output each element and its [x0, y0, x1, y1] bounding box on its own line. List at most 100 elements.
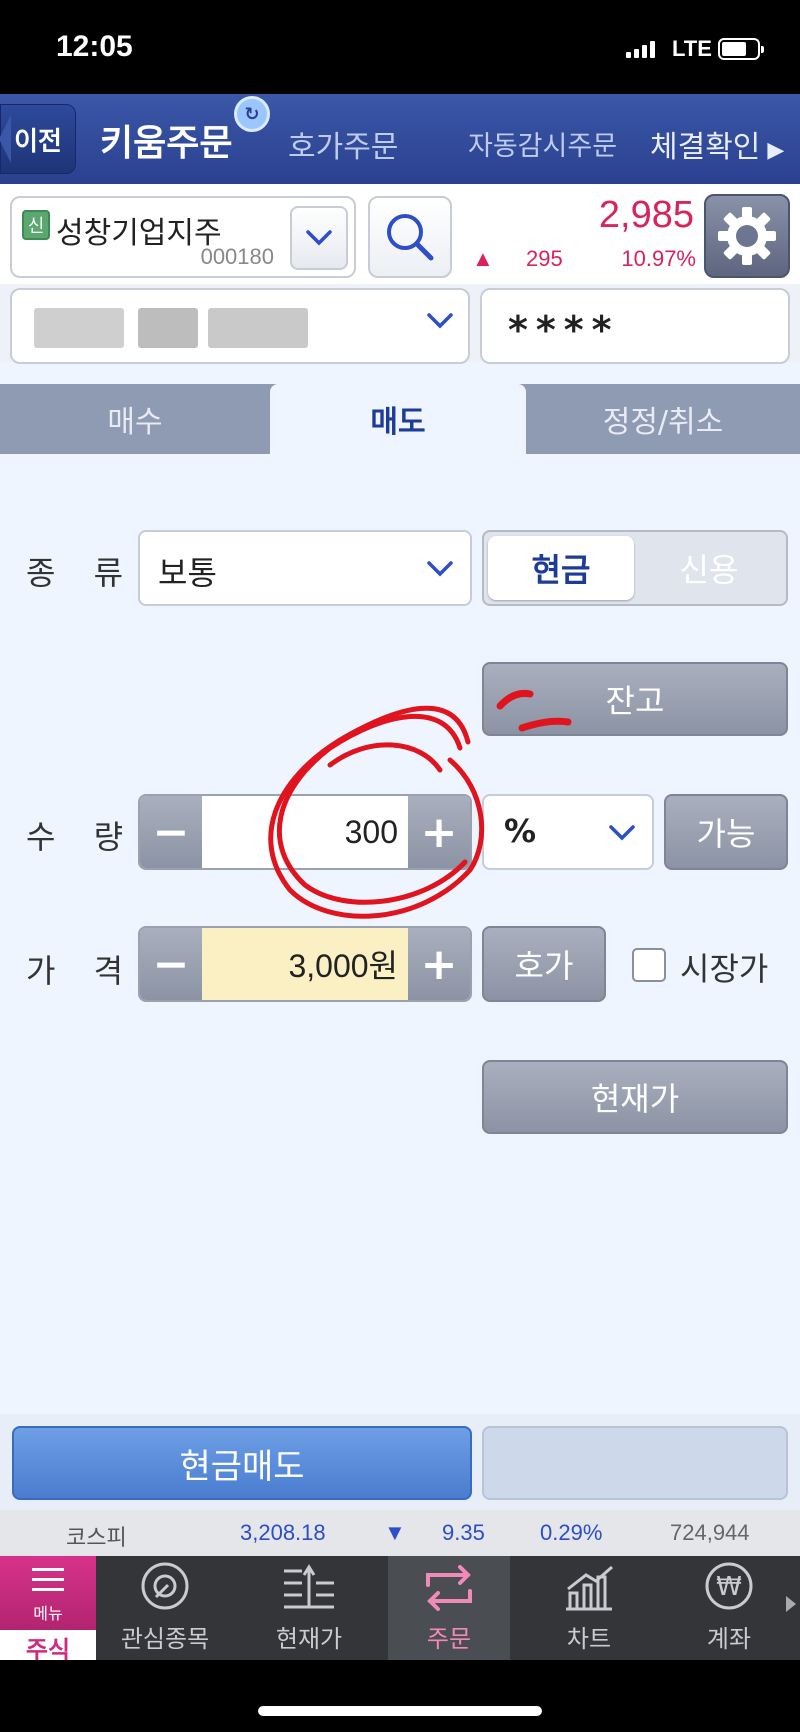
redacted-account-number: [138, 308, 198, 348]
account-selector[interactable]: [10, 288, 470, 364]
stock-selector[interactable]: 신 성창기업지주 000180: [10, 196, 356, 278]
change-amount: 295: [526, 246, 563, 271]
tab-kiwoom-order[interactable]: 키움주문: [100, 114, 232, 166]
nav-current-price[interactable]: 현재가: [248, 1556, 370, 1660]
nav-chart-label: 차트: [566, 1625, 612, 1653]
won-icon: ₩: [705, 1562, 753, 1610]
home-indicator[interactable]: [258, 1706, 542, 1716]
nav-watchlist[interactable]: 관심종목: [104, 1556, 226, 1660]
quantity-decrease-button[interactable]: −: [140, 796, 202, 868]
stock-dropdown-button[interactable]: [290, 206, 348, 270]
signal-icon: [626, 40, 655, 58]
stock-row: 신 성창기업지주 000180 2,985 ▲ 295 10.97%: [0, 184, 800, 284]
redacted-account-number: [34, 308, 124, 348]
current-price-icon: [284, 1564, 334, 1609]
status-time: 12:05: [56, 30, 133, 63]
quote-button[interactable]: 호가: [482, 926, 606, 1002]
price-stepper: − 3,000원 +: [138, 926, 472, 1002]
market-price-label: 시장가: [680, 950, 769, 988]
price-increase-button[interactable]: +: [408, 928, 470, 1000]
hamburger-icon: [32, 1568, 64, 1591]
battery-icon: [718, 38, 764, 60]
nav-order-label: 주문: [426, 1625, 472, 1653]
stock-category-label: 주식: [0, 1630, 96, 1664]
chevron-down-icon: [427, 313, 453, 329]
account-row: ****: [0, 284, 800, 364]
chevron-down-icon: [427, 561, 453, 577]
chart-icon: [566, 1565, 613, 1611]
refresh-icon[interactable]: ↻: [234, 96, 270, 132]
tab-sell[interactable]: 매도: [270, 384, 526, 454]
tab-quote-order[interactable]: 호가주문: [288, 122, 398, 166]
cash-credit-toggle: 현금 신용: [482, 530, 788, 606]
chevron-down-icon: [609, 825, 635, 841]
watchlist-icon: [141, 1562, 189, 1610]
index-name: 코스피: [66, 1525, 127, 1550]
order-panel: 신 성창기업지주 000180 2,985 ▲ 295 10.97% **** …: [0, 184, 800, 1414]
cash-sell-button[interactable]: 현금매도: [12, 1426, 472, 1500]
menu-button[interactable]: 메뉴 주식: [0, 1556, 96, 1664]
order-type-tabs: 매수 매도 정정/취소: [0, 384, 800, 454]
credit-badge: 신: [22, 210, 50, 240]
triangle-up-icon: ▲: [472, 246, 494, 271]
blank-button[interactable]: [482, 1426, 788, 1500]
status-bar: 12:05 LTE: [0, 0, 800, 94]
back-button[interactable]: 이전: [0, 104, 76, 174]
svg-text:₩: ₩: [716, 1572, 742, 1602]
top-nav: 이전 키움주문 ↻ 호가주문 자동감시주문 체결확인 ▶: [0, 94, 800, 184]
stock-name: 성창기업지주: [56, 216, 222, 251]
price-change: ▲ 295 10.97%: [472, 246, 696, 272]
nav-current-price-label: 현재가: [275, 1625, 343, 1653]
redacted-account-number: [208, 308, 308, 348]
price-decrease-button[interactable]: −: [140, 928, 202, 1000]
home-area: [0, 1660, 800, 1732]
tab-execution-check[interactable]: 체결확인 ▶: [650, 122, 784, 166]
triangle-down-icon: ▼: [384, 1520, 406, 1545]
quantity-input[interactable]: 300: [202, 796, 408, 868]
menu-label: 메뉴: [33, 1604, 63, 1623]
current-price: 2,985: [598, 194, 694, 236]
network-label: LTE: [672, 36, 712, 61]
index-ticker[interactable]: 코스피 3,208.18 ▼ 9.35 0.29% 724,944: [0, 1510, 800, 1556]
bottom-nav: 메뉴 주식 관심종목 현재가 주문 차트 ₩ 계좌: [0, 1556, 800, 1664]
index-volume: 724,944: [670, 1520, 750, 1545]
chevron-right-icon[interactable]: [786, 1596, 796, 1612]
type-label: 종 류: [26, 554, 138, 592]
index-change: 9.35: [442, 1520, 485, 1545]
chevron-down-icon: [306, 230, 332, 246]
tab-auto-watch-order[interactable]: 자동감시주문: [468, 124, 617, 163]
cash-option[interactable]: 현금: [488, 536, 634, 600]
order-type-value: 보통: [158, 554, 217, 592]
change-percent: 10.97%: [621, 246, 696, 271]
market-price-checkbox[interactable]: [632, 948, 666, 982]
quantity-increase-button[interactable]: +: [408, 796, 470, 868]
available-button[interactable]: 가능: [664, 794, 788, 870]
search-icon: [387, 214, 434, 261]
nav-chart[interactable]: 차트: [528, 1556, 650, 1660]
nav-watchlist-label: 관심종목: [120, 1625, 210, 1653]
swap-icon: [426, 1565, 472, 1611]
settings-button[interactable]: [704, 194, 790, 278]
quantity-stepper: − 300 +: [138, 794, 472, 870]
tab-buy[interactable]: 매수: [0, 384, 270, 454]
search-button[interactable]: [368, 196, 452, 278]
password-field[interactable]: ****: [480, 288, 790, 364]
chevron-right-icon: ▶: [760, 138, 785, 163]
credit-option[interactable]: 신용: [636, 536, 782, 600]
current-price-button[interactable]: 현재가: [482, 1060, 788, 1134]
price-input[interactable]: 3,000원: [202, 928, 408, 1000]
nav-account[interactable]: ₩ 계좌: [668, 1556, 790, 1660]
order-type-select[interactable]: 보통: [138, 530, 472, 606]
gear-icon: [718, 207, 776, 265]
quantity-unit-value: %: [504, 812, 537, 850]
quantity-label: 수 량: [26, 818, 138, 856]
tab-modify-cancel[interactable]: 정정/취소: [526, 384, 800, 454]
quantity-unit-select[interactable]: %: [482, 794, 654, 870]
action-bar: 현금매도: [0, 1414, 800, 1510]
tab-execution-check-label: 체결확인: [650, 130, 761, 165]
stock-code: 000180: [200, 244, 274, 269]
balance-button[interactable]: 잔고: [482, 662, 788, 736]
price-label: 가 격: [26, 952, 138, 990]
nav-order[interactable]: 주문: [388, 1556, 510, 1660]
nav-account-label: 계좌: [706, 1625, 752, 1653]
